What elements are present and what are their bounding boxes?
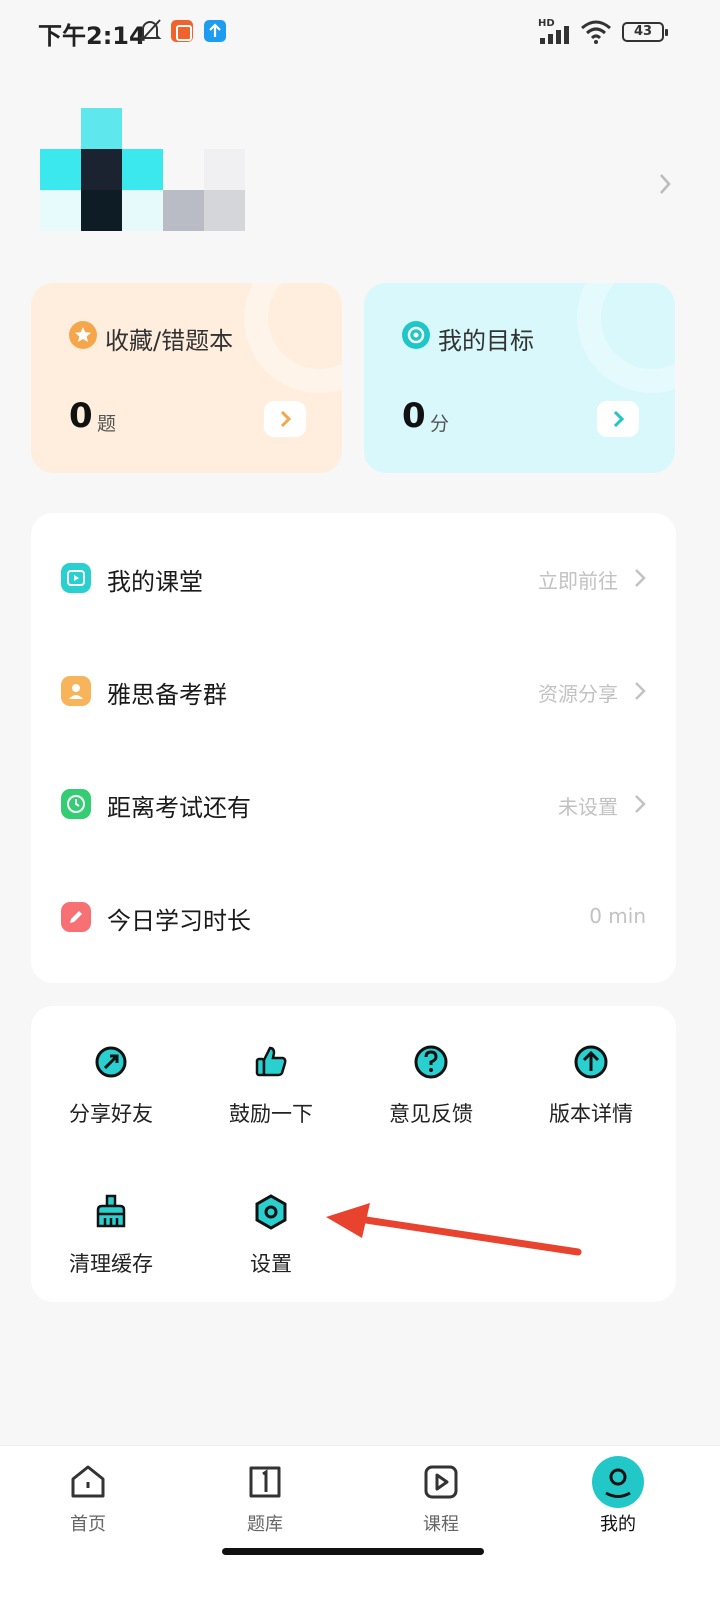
avatar[interactable] [40, 108, 245, 232]
chevron-right-icon [635, 569, 646, 587]
version-details-button[interactable]: 版本详情 [521, 1006, 661, 1126]
tab-label: 首页 [70, 1514, 106, 1535]
feedback-button[interactable]: 意见反馈 [361, 1006, 501, 1126]
grid-item-label: 分享好友 [69, 1102, 153, 1126]
wifi-icon [581, 20, 611, 44]
upload-notification-icon [204, 20, 226, 42]
share-icon [95, 1046, 127, 1078]
list-item-study-time: 今日学习时长 0 min [31, 887, 676, 947]
app-notification-icon [171, 20, 193, 42]
home-icon [71, 1465, 105, 1498]
tab-label: 课程 [423, 1514, 459, 1535]
tab-label: 我的 [600, 1514, 636, 1535]
question-icon [414, 1045, 448, 1079]
goal-title: 我的目标 [438, 327, 534, 355]
share-friends-button[interactable]: 分享好友 [41, 1006, 181, 1126]
bell-muted-icon [138, 19, 162, 43]
grid-item-label: 版本详情 [549, 1102, 633, 1126]
list-item-label: 我的课堂 [107, 568, 203, 596]
profile-icon [605, 1468, 631, 1498]
broom-icon [96, 1194, 126, 1228]
star-icon [69, 321, 97, 349]
list-item-label: 雅思备考群 [107, 681, 227, 709]
list-item-value: 资源分享 [538, 682, 618, 706]
favorites-title: 收藏/错题本 [105, 327, 234, 355]
pencil-icon [61, 902, 91, 932]
tab-courses[interactable]: 课程 [371, 1446, 511, 1556]
favorites-count: 0 [69, 396, 93, 436]
encourage-button[interactable]: 鼓励一下 [201, 1006, 341, 1126]
tab-home[interactable]: 首页 [18, 1446, 158, 1556]
video-icon [424, 1465, 458, 1499]
clock-icon [61, 789, 91, 819]
person-icon [61, 676, 91, 706]
chevron-right-icon [635, 682, 646, 700]
upgrade-icon [574, 1045, 608, 1079]
tab-question-bank[interactable]: 题库 [195, 1446, 335, 1556]
menu-list: 我的课堂 立即前往 雅思备考群 资源分享 距离考试还有 未设置 今日学习时长 0… [31, 513, 676, 983]
list-item-exam-countdown[interactable]: 距离考试还有 未设置 [31, 774, 676, 834]
list-item-label: 今日学习时长 [107, 907, 251, 935]
chevron-right-icon [635, 795, 646, 813]
list-item-value: 立即前往 [538, 569, 618, 593]
grid-item-label: 鼓励一下 [229, 1102, 313, 1126]
list-item-label: 距离考试还有 [107, 794, 251, 822]
goal-card[interactable]: 我的目标 0 分 [364, 283, 675, 473]
signal-icon [540, 26, 569, 44]
clear-cache-button[interactable]: 清理缓存 [41, 1156, 181, 1276]
battery-icon: 43 [622, 22, 668, 42]
play-icon [61, 563, 91, 593]
tab-profile[interactable]: 我的 [548, 1446, 688, 1556]
target-icon [402, 321, 430, 349]
home-indicator [222, 1548, 484, 1555]
list-item-ielts-group[interactable]: 雅思备考群 资源分享 [31, 661, 676, 721]
status-bar: 下午2:14 HD 43 [0, 0, 720, 66]
thumbs-up-icon [255, 1046, 287, 1077]
bottom-navigation: 首页 题库 课程 我的 [0, 1445, 720, 1600]
goal-score: 0 [402, 396, 426, 436]
favorites-card[interactable]: 收藏/错题本 0 题 [31, 283, 342, 473]
book-icon [249, 1466, 281, 1498]
favorites-unit: 题 [97, 413, 117, 435]
list-item-my-classroom[interactable]: 我的课堂 立即前往 [31, 548, 676, 608]
favorites-go-button[interactable] [264, 401, 306, 437]
annotation-arrow [326, 1203, 582, 1256]
chevron-right-icon[interactable] [655, 170, 675, 198]
tab-label: 题库 [247, 1514, 283, 1535]
goal-go-button[interactable] [597, 401, 639, 437]
grid-item-label: 意见反馈 [389, 1102, 473, 1126]
settings-hex-icon [255, 1194, 287, 1230]
list-item-value: 0 min [589, 904, 646, 928]
goal-unit: 分 [430, 413, 450, 435]
status-time: 下午2:14 [38, 22, 146, 50]
grid-item-label: 清理缓存 [69, 1252, 153, 1276]
list-item-value: 未设置 [558, 795, 618, 819]
